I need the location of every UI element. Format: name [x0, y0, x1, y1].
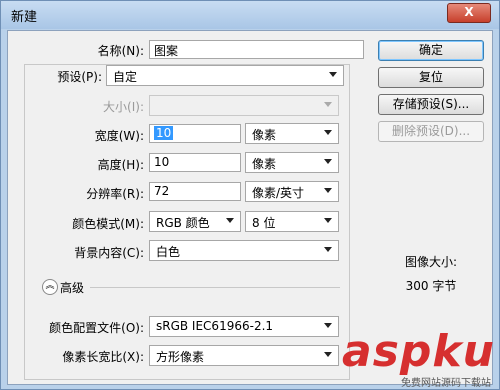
- resolution-unit-value: 像素/英寸: [252, 186, 305, 200]
- image-size-label: 图像大小:: [404, 255, 458, 269]
- resolution-label: 分辨率(R):: [86, 187, 144, 201]
- delete-preset-button[interactable]: 删除预设(D)...: [378, 121, 484, 142]
- width-input[interactable]: 10: [149, 124, 241, 143]
- chevron-down-icon: [324, 247, 332, 252]
- preset-value: 自定: [113, 70, 138, 84]
- close-button[interactable]: X: [447, 3, 491, 23]
- height-label: 高度(H):: [97, 158, 144, 172]
- width-label: 宽度(W):: [94, 129, 144, 143]
- new-document-dialog: 新建 X 名称(N): 图案 预设(P): 自定 大小(I): 宽度(W): 1…: [0, 0, 500, 390]
- color-profile-value: sRGB IEC61966-2.1: [156, 319, 274, 333]
- preset-label: 预设(P):: [57, 70, 102, 84]
- chevron-down-icon: [324, 159, 332, 164]
- size-select[interactable]: [149, 95, 339, 116]
- preset-select[interactable]: 自定: [106, 65, 344, 86]
- resolution-value: 72: [154, 184, 170, 198]
- chevron-down-icon: [324, 352, 332, 357]
- color-mode-label: 颜色模式(M):: [72, 217, 144, 231]
- watermark-logo: aspku: [342, 326, 495, 377]
- height-value: 10: [154, 155, 170, 169]
- bit-depth-value: 8 位: [252, 216, 276, 230]
- background-value: 白色: [156, 245, 181, 259]
- color-profile-select[interactable]: sRGB IEC61966-2.1: [149, 316, 339, 337]
- bit-depth-select[interactable]: 8 位: [245, 211, 339, 232]
- resolution-input[interactable]: 72: [149, 182, 241, 201]
- advanced-divider: [90, 287, 340, 288]
- height-unit-value: 像素: [252, 157, 277, 171]
- advanced-label: 高级: [60, 281, 85, 295]
- pixel-aspect-select[interactable]: 方形像素: [149, 345, 339, 366]
- background-select[interactable]: 白色: [149, 240, 339, 261]
- advanced-toggle[interactable]: ︽: [42, 279, 58, 295]
- name-value: 图案: [154, 44, 179, 58]
- name-label: 名称(N):: [97, 44, 144, 58]
- width-unit-select[interactable]: 像素: [245, 123, 339, 144]
- height-input[interactable]: 10: [149, 153, 241, 172]
- ok-button[interactable]: 确定: [378, 40, 484, 61]
- chevron-up-icon: ︽: [45, 281, 55, 291]
- name-input[interactable]: 图案: [149, 40, 364, 59]
- title-bar[interactable]: 新建 X: [1, 1, 499, 29]
- chevron-down-icon: [329, 72, 337, 77]
- color-profile-label: 颜色配置文件(O):: [49, 321, 144, 335]
- window-title: 新建: [11, 10, 38, 25]
- height-unit-select[interactable]: 像素: [245, 152, 339, 173]
- save-preset-button[interactable]: 存储预设(S)...: [378, 94, 484, 115]
- chevron-down-icon: [324, 130, 332, 135]
- chevron-down-icon: [324, 218, 332, 223]
- chevron-down-icon: [324, 102, 332, 107]
- reset-button[interactable]: 复位: [378, 67, 484, 88]
- pixel-aspect-value: 方形像素: [156, 350, 205, 364]
- background-label: 背景内容(C):: [74, 246, 144, 260]
- chevron-down-icon: [226, 218, 234, 223]
- color-mode-value: RGB 颜色: [156, 216, 210, 230]
- close-icon: X: [464, 5, 474, 19]
- pixel-aspect-label: 像素长宽比(X):: [62, 350, 144, 364]
- size-label: 大小(I):: [103, 100, 144, 114]
- color-mode-select[interactable]: RGB 颜色: [149, 211, 241, 232]
- width-unit-value: 像素: [252, 128, 277, 142]
- width-value: 10: [154, 126, 174, 140]
- chevron-down-icon: [324, 323, 332, 328]
- watermark-tagline: 免费网站源码下载站: [401, 378, 491, 389]
- chevron-down-icon: [324, 188, 332, 193]
- resolution-unit-select[interactable]: 像素/英寸: [245, 181, 339, 202]
- image-size-value: 300 字节: [405, 279, 457, 293]
